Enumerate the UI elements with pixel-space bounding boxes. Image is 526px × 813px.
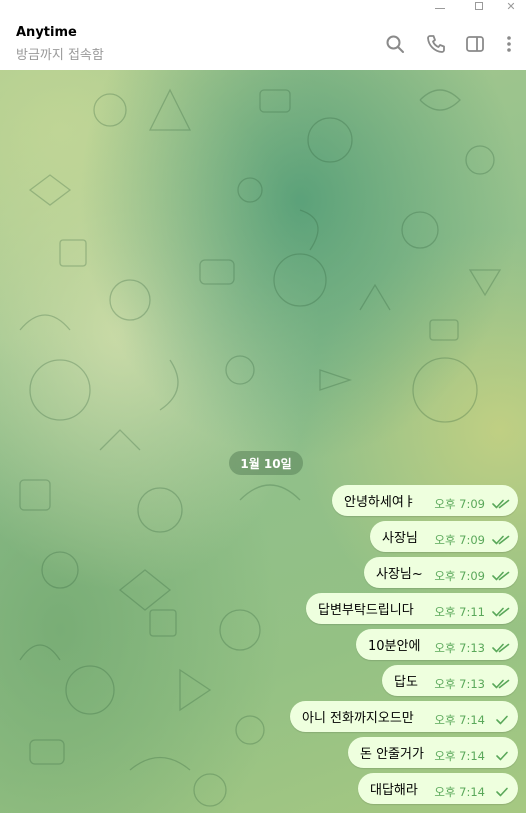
double-check-icon: [492, 571, 510, 581]
maximize-button[interactable]: [464, 0, 494, 14]
single-check-icon: [496, 715, 508, 725]
message-meta: 오후 7:09: [434, 568, 510, 584]
message-text: 답도: [394, 675, 418, 690]
message-meta: 오후 7:13: [434, 676, 510, 692]
message-time: 오후 7:13: [434, 677, 485, 691]
sidebar-toggle-icon[interactable]: [465, 34, 485, 54]
message-text: 아니 전화까지오드만: [302, 711, 414, 726]
phone-icon[interactable]: [426, 34, 446, 54]
message-bubble[interactable]: 돈 안줄거가 오후 7:14: [348, 737, 518, 768]
double-check-icon: [492, 499, 510, 509]
message-bubble[interactable]: 답도 오후 7:13: [382, 665, 518, 696]
single-check-icon: [496, 787, 508, 797]
message-bubble[interactable]: 10분안에 오후 7:13: [356, 629, 518, 660]
message-text: 돈 안줄거가: [360, 747, 424, 762]
message-bubble[interactable]: 답변부탁드립니다 오후 7:11: [306, 593, 518, 624]
close-button[interactable]: ✕: [496, 0, 526, 14]
chat-title: Anytime: [16, 25, 77, 40]
message-time: 오후 7:13: [434, 641, 485, 655]
maximize-icon: [475, 2, 483, 10]
message-meta: 오후 7:13: [434, 640, 510, 656]
minimize-icon: [435, 7, 445, 9]
message-text: 답변부탁드립니다: [318, 603, 414, 618]
double-check-icon: [492, 607, 510, 617]
message-time: 오후 7:14: [434, 713, 485, 727]
message-bubble[interactable]: 안녕하세여ㅑ 오후 7:09: [332, 485, 518, 516]
message-bubble[interactable]: 사장님~ 오후 7:09: [364, 557, 518, 588]
double-check-icon: [492, 643, 510, 653]
date-separator: 1월 10일: [229, 451, 303, 475]
message-text: 안녕하세여ㅑ: [344, 495, 416, 510]
message-time: 오후 7:09: [434, 569, 485, 583]
title-bar: ✕: [0, 0, 526, 14]
message-bubble[interactable]: 사장님 오후 7:09: [370, 521, 518, 552]
close-icon: ✕: [506, 0, 516, 13]
message-time: 오후 7:11: [434, 605, 485, 619]
message-time: 오후 7:09: [434, 497, 485, 511]
chat-area[interactable]: 1월 10일 안녕하세여ㅑ 오후 7:09 사장님 오후 7:09 사장님~ 오후 7:0…: [0, 70, 526, 813]
telegram-window: ✕ Anytime 방금까지 접속함 1월 10일 안녕하세여ㅑ 오후 7:09…: [0, 0, 526, 813]
message-meta: 오후 7:09: [434, 496, 510, 512]
message-bubble[interactable]: 아니 전화까지오드만 오후 7:14: [290, 701, 518, 732]
message-text: 사장님~: [376, 567, 423, 582]
chat-header[interactable]: Anytime 방금까지 접속함: [0, 14, 526, 71]
message-meta: 오후 7:14: [434, 784, 510, 800]
message-time: 오후 7:14: [434, 785, 485, 799]
single-check-icon: [496, 751, 508, 761]
message-meta: 오후 7:14: [434, 748, 510, 764]
chat-status: 방금까지 접속함: [16, 48, 104, 63]
message-bubble[interactable]: 대답해라 오후 7:14: [358, 773, 518, 804]
search-icon[interactable]: [385, 34, 405, 54]
message-text: 10분안에: [368, 639, 421, 654]
message-meta: 오후 7:11: [434, 604, 510, 620]
more-icon[interactable]: [499, 34, 519, 54]
message-meta: 오후 7:14: [434, 712, 510, 728]
message-text: 대답해라: [370, 783, 418, 798]
message-time: 오후 7:09: [434, 533, 485, 547]
message-text: 사장님: [382, 531, 418, 546]
message-meta: 오후 7:09: [434, 532, 510, 548]
double-check-icon: [492, 679, 510, 689]
message-time: 오후 7:14: [434, 749, 485, 763]
double-check-icon: [492, 535, 510, 545]
minimize-button[interactable]: [425, 0, 455, 14]
